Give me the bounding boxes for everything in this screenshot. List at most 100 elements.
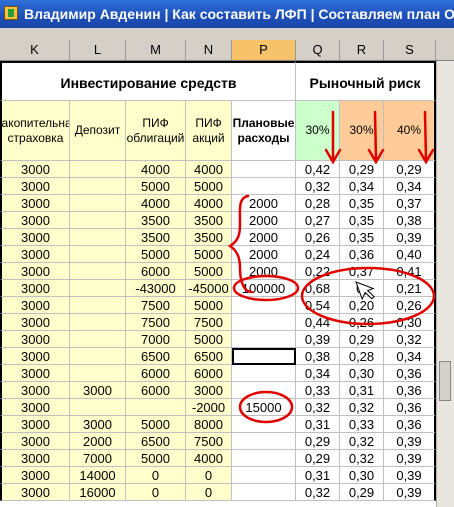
cell-s-row[interactable]: 0,32 [384, 331, 436, 348]
cell-r-row[interactable]: 0,34 [340, 178, 384, 195]
cell-k-row[interactable]: 3000 [0, 365, 70, 382]
spreadsheet-app-icon[interactable] [4, 6, 18, 20]
cell-l-row[interactable] [70, 280, 126, 297]
cell-q-row[interactable]: 0,28 [296, 195, 340, 212]
cell-r-row[interactable]: 0,32 [340, 399, 384, 416]
header-p[interactable]: Плановые расходы [232, 101, 296, 161]
cell-n-row[interactable]: 5000 [186, 178, 232, 195]
header-m[interactable]: ПИФ облигаций [126, 101, 186, 161]
cell-l-row[interactable]: 7000 [70, 450, 126, 467]
cell-p-row[interactable] [232, 416, 296, 433]
column-header-m[interactable]: M [126, 40, 186, 60]
cell-s-row[interactable]: 0,41 [384, 263, 436, 280]
cell-q-row[interactable]: 0,68 [296, 280, 340, 297]
cell-r-row[interactable]: 0,30 [340, 365, 384, 382]
cell-s-row[interactable]: 0,38 [384, 212, 436, 229]
cell-k-row[interactable]: 3000 [0, 433, 70, 450]
cell-l-row[interactable] [70, 331, 126, 348]
cell-n-row[interactable]: -2000 [186, 399, 232, 416]
cell-p-row[interactable]: 2000 [232, 246, 296, 263]
cell-m-row[interactable]: 5000 [126, 246, 186, 263]
cell-p-row[interactable] [232, 331, 296, 348]
cell-q-row[interactable]: 0,29 [296, 433, 340, 450]
cell-l-row[interactable] [70, 297, 126, 314]
cell-r-row[interactable]: 0,29 [340, 331, 384, 348]
cell-p-row[interactable] [232, 178, 296, 195]
cell-q-row[interactable]: 0,32 [296, 484, 340, 501]
cell-k-row[interactable]: 3000 [0, 416, 70, 433]
cell-m-row[interactable]: 7000 [126, 331, 186, 348]
cell-l-row[interactable] [70, 229, 126, 246]
cell-k-row[interactable]: 3000 [0, 484, 70, 501]
cell-p-row[interactable]: 2000 [232, 212, 296, 229]
spreadsheet-grid[interactable]: Инвестирование средств Рыночный риск Нак… [0, 61, 436, 507]
cell-k-row[interactable]: 3000 [0, 297, 70, 314]
cell-n-row[interactable]: 5000 [186, 297, 232, 314]
cell-s-row[interactable]: 0,40 [384, 246, 436, 263]
cell-p-row[interactable] [232, 348, 296, 365]
cell-s-row[interactable]: 0,36 [384, 399, 436, 416]
column-header-n[interactable]: N [186, 40, 232, 60]
cell-k-row[interactable]: 3000 [0, 331, 70, 348]
cell-s-row[interactable]: 0,36 [384, 382, 436, 399]
header-l[interactable]: Депозит [70, 101, 126, 161]
column-header-q[interactable]: Q [296, 40, 340, 60]
cell-n-row[interactable]: 3000 [186, 382, 232, 399]
cell-m-row[interactable]: 3500 [126, 229, 186, 246]
cell-p-row[interactable] [232, 297, 296, 314]
cell-s-row[interactable]: 0,26 [384, 297, 436, 314]
cell-m-row[interactable]: 6500 [126, 433, 186, 450]
cell-q-row[interactable]: 0,31 [296, 416, 340, 433]
cell-l-row[interactable] [70, 263, 126, 280]
cell-l-row[interactable]: 3000 [70, 382, 126, 399]
cell-k-row[interactable]: 3000 [0, 195, 70, 212]
cell-l-row[interactable] [70, 365, 126, 382]
cell-k-row[interactable]: 3000 [0, 348, 70, 365]
column-header-l[interactable]: L [70, 40, 126, 60]
cell-l-row[interactable]: 14000 [70, 467, 126, 484]
cell-n-row[interactable]: 6500 [186, 348, 232, 365]
column-header-s[interactable]: S [384, 40, 436, 60]
cell-n-row[interactable]: 0 [186, 484, 232, 501]
cell-p-row[interactable]: 2000 [232, 229, 296, 246]
cell-m-row[interactable]: 5000 [126, 416, 186, 433]
cell-q-row[interactable]: 0,42 [296, 161, 340, 178]
cell-k-row[interactable]: 3000 [0, 161, 70, 178]
cell-s-row[interactable]: 0,34 [384, 178, 436, 195]
cell-k-row[interactable]: 3000 [0, 212, 70, 229]
cell-n-row[interactable]: -45000 [186, 280, 232, 297]
cell-r-row[interactable]: 0,35 [340, 195, 384, 212]
cell-r-row[interactable]: 0,35 [340, 229, 384, 246]
cell-q-row[interactable]: 0,38 [296, 348, 340, 365]
cell-k-row[interactable]: 3000 [0, 399, 70, 416]
cell-r-row[interactable]: 0, [340, 280, 384, 297]
cell-n-row[interactable]: 3500 [186, 212, 232, 229]
cell-l-row[interactable] [70, 178, 126, 195]
cell-l-row[interactable] [70, 161, 126, 178]
cell-n-row[interactable]: 4000 [186, 450, 232, 467]
cell-l-row[interactable]: 2000 [70, 433, 126, 450]
cell-q-row[interactable]: 0,26 [296, 229, 340, 246]
cell-q-row[interactable]: 0,31 [296, 467, 340, 484]
column-header-p[interactable]: P [232, 40, 296, 60]
cell-l-row[interactable] [70, 314, 126, 331]
cell-r-row[interactable]: 0,33 [340, 416, 384, 433]
cell-s-row[interactable]: 0,21 [384, 280, 436, 297]
cell-s-row[interactable]: 0,39 [384, 433, 436, 450]
cell-k-row[interactable]: 3000 [0, 314, 70, 331]
cell-n-row[interactable]: 4000 [186, 161, 232, 178]
cell-l-row[interactable] [70, 348, 126, 365]
cell-n-row[interactable]: 5000 [186, 331, 232, 348]
cell-n-row[interactable]: 0 [186, 467, 232, 484]
cell-s-row[interactable]: 0,34 [384, 348, 436, 365]
scrollbar-thumb[interactable] [439, 361, 451, 401]
header-k[interactable]: Накопительная страховка [0, 101, 70, 161]
cell-k-row[interactable]: 3000 [0, 178, 70, 195]
cell-r-row[interactable]: 0,31 [340, 382, 384, 399]
cell-m-row[interactable]: 0 [126, 467, 186, 484]
cell-s-row[interactable]: 0,30 [384, 314, 436, 331]
cell-q-row[interactable]: 0,22 [296, 263, 340, 280]
cell-l-row[interactable] [70, 212, 126, 229]
cell-r-row[interactable]: 0,32 [340, 433, 384, 450]
cell-s-row[interactable]: 0,39 [384, 484, 436, 501]
